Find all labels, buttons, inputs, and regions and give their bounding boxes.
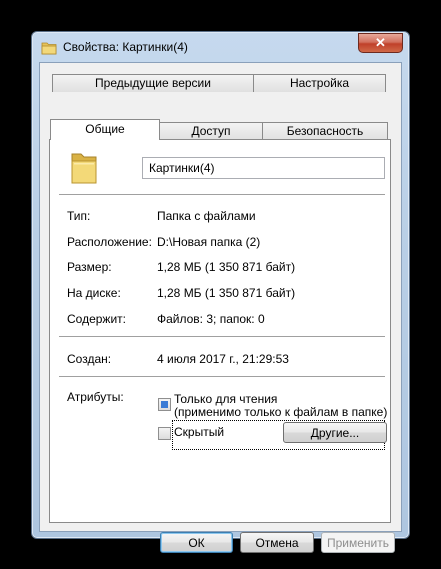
apply-button: Применить xyxy=(321,532,395,553)
folder-name-input[interactable]: Картинки(4) xyxy=(142,157,385,179)
separator xyxy=(59,376,385,377)
contains-label: Содержит: xyxy=(67,312,126,326)
tab-customize[interactable]: Настройка xyxy=(253,74,386,92)
location-label: Расположение: xyxy=(67,235,152,249)
size-on-disk-label: На диске: xyxy=(67,286,121,300)
readonly-label[interactable]: Только для чтения xyxy=(174,392,277,406)
cancel-button[interactable]: Отмена xyxy=(240,532,314,553)
dialog-client: Предыдущие версии Настройка Общие Доступ… xyxy=(39,62,402,553)
tab-previous-versions[interactable]: Предыдущие версии xyxy=(52,74,254,92)
size-label: Размер: xyxy=(67,260,112,274)
general-panel: Картинки(4) Тип: Папка с файлами Располо… xyxy=(49,139,391,523)
readonly-checkbox[interactable] xyxy=(158,398,171,411)
type-label: Тип: xyxy=(67,209,91,223)
size-on-disk-value: 1,28 МБ (1 350 871 байт) xyxy=(157,286,296,300)
properties-window: Свойства: Картинки(4) ✕ Предыдущие верси… xyxy=(31,31,410,553)
type-value: Папка с файлами xyxy=(157,209,256,223)
tab-security[interactable]: Безопасность xyxy=(262,122,388,140)
folder-icon xyxy=(69,150,99,186)
created-label: Создан: xyxy=(67,352,112,366)
title-bar[interactable]: Свойства: Картинки(4) ✕ xyxy=(32,32,409,62)
close-button[interactable]: ✕ xyxy=(358,33,403,53)
size-value: 1,28 МБ (1 350 871 байт) xyxy=(157,260,296,274)
hidden-label[interactable]: Скрытый xyxy=(174,425,224,439)
ok-button[interactable]: ОК xyxy=(160,532,233,553)
tab-general[interactable]: Общие xyxy=(50,119,160,140)
window-title: Свойства: Картинки(4) xyxy=(63,40,188,54)
contains-value: Файлов: 3; папок: 0 xyxy=(157,312,265,326)
folder-icon xyxy=(41,41,57,55)
attributes-label: Атрибуты: xyxy=(67,390,124,404)
close-icon: ✕ xyxy=(375,35,386,50)
tab-sharing[interactable]: Доступ xyxy=(159,122,263,140)
created-value: 4 июля 2017 г., 21:29:53 xyxy=(157,352,289,366)
separator xyxy=(59,336,385,337)
separator xyxy=(59,194,385,195)
advanced-button[interactable]: Другие... xyxy=(283,422,387,443)
location-value: D:\Новая папка (2) xyxy=(157,235,261,249)
readonly-note: (применимо только к файлам в папке) xyxy=(174,405,388,419)
hidden-checkbox[interactable] xyxy=(158,427,171,440)
